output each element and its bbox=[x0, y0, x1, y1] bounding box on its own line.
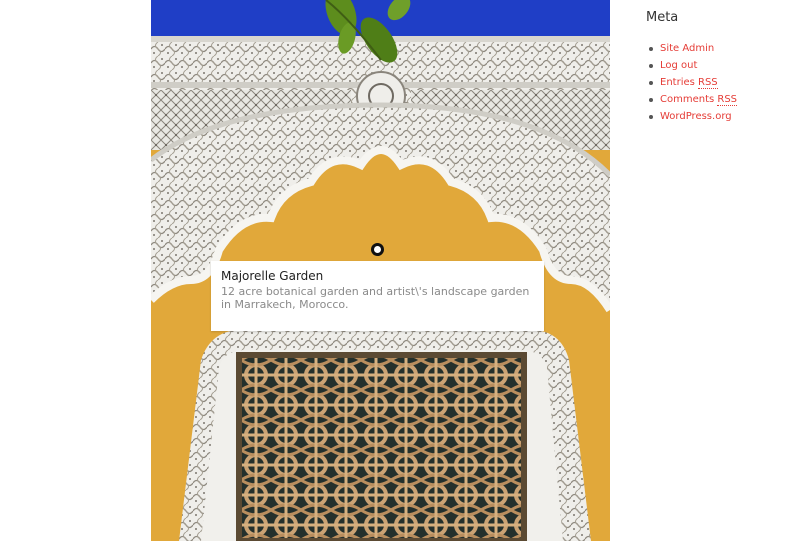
log-out-link[interactable]: Log out bbox=[660, 60, 697, 71]
caption-description: 12 acre botanical garden and artist\'s l… bbox=[221, 285, 530, 311]
comments-rss-link[interactable]: Comments RSS bbox=[660, 94, 738, 106]
sidebar-meta-widget: Meta Site Admin Log out Entries RSS Comm… bbox=[646, 10, 796, 125]
hotspot-marker[interactable] bbox=[371, 243, 384, 256]
list-item: Entries RSS bbox=[646, 74, 796, 91]
entries-rss-label: Entries bbox=[660, 77, 699, 88]
list-item: Log out bbox=[646, 57, 796, 74]
meta-list: Site Admin Log out Entries RSS Comments … bbox=[646, 40, 796, 125]
hotspot-caption: Majorelle Garden 12 acre botanical garde… bbox=[211, 261, 544, 331]
wordpress-org-link[interactable]: WordPress.org bbox=[660, 111, 732, 122]
list-item: WordPress.org bbox=[646, 108, 796, 125]
list-item: Site Admin bbox=[646, 40, 796, 57]
widget-title: Meta bbox=[646, 10, 679, 25]
site-admin-link[interactable]: Site Admin bbox=[660, 43, 714, 54]
comments-rss-label: Comments bbox=[660, 94, 718, 105]
rss-abbr: RSS bbox=[698, 77, 718, 89]
list-item: Comments RSS bbox=[646, 91, 796, 108]
caption-title: Majorelle Garden bbox=[221, 269, 324, 283]
rss-abbr: RSS bbox=[717, 94, 738, 106]
entries-rss-link[interactable]: Entries RSS bbox=[660, 77, 718, 89]
